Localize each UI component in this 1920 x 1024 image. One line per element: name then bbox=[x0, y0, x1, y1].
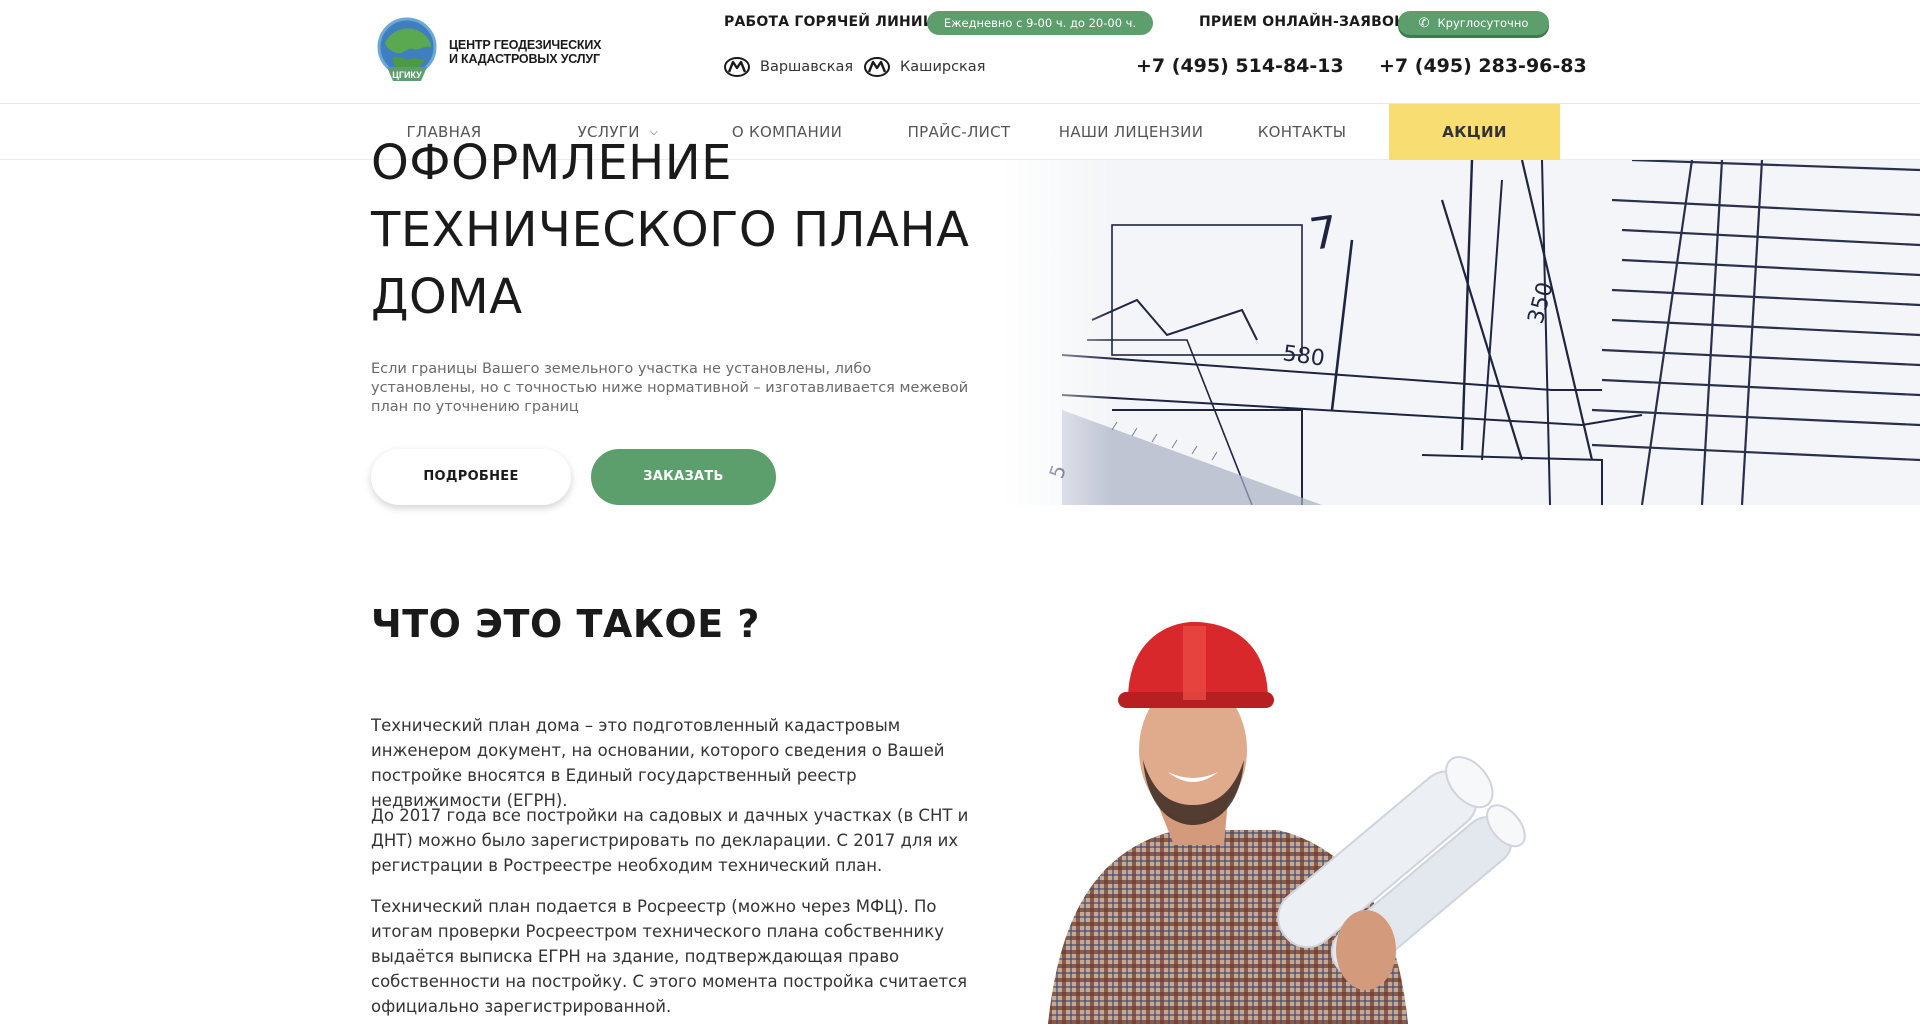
hero-description: Если границы Вашего земельного участка н… bbox=[371, 361, 969, 415]
blueprint-image: 7 580 350 5 bbox=[1002, 160, 1920, 505]
metro-station-name: Каширская bbox=[900, 59, 986, 75]
metro-station-varshavskaya: Варшавская bbox=[724, 57, 853, 77]
nav-item-label: АКЦИИ bbox=[1442, 123, 1507, 141]
section-title: ЧТО ЭТО ТАКОЕ ? bbox=[371, 602, 760, 646]
online-requests-label: ПРИЕМ ОНЛАЙН-ЗАЯВОК: bbox=[1199, 14, 1412, 30]
hero-title-line: ДОМА bbox=[371, 269, 523, 325]
nav-item-label: НАШИ ЛИЦЕНЗИИ bbox=[1058, 123, 1204, 141]
more-button[interactable]: ПОДРОБНЕЕ bbox=[371, 449, 571, 505]
about-paragraph: До 2017 года все постройки на садовых и … bbox=[371, 806, 969, 875]
metro-icon bbox=[724, 57, 750, 77]
about-paragraph: Технический план дома – это подготовленн… bbox=[371, 716, 945, 810]
blueprint-drawing: 7 580 350 5 bbox=[1002, 160, 1920, 505]
phone-number-2[interactable]: +7 (495) 283-96-83 bbox=[1379, 55, 1587, 77]
nav-item-label: КОНТАКТЫ bbox=[1257, 123, 1347, 141]
online-requests-button[interactable]: ✆ Круглосуточно bbox=[1398, 11, 1549, 35]
engineer-photo bbox=[978, 600, 1530, 1024]
about-paragraph: Технический план подается в Росреестр (м… bbox=[371, 897, 968, 1016]
globe-logo-icon: ЦГИКУ bbox=[377, 17, 437, 81]
order-button[interactable]: ЗАКАЗАТЬ bbox=[591, 449, 776, 505]
nav-item-contacts[interactable]: КОНТАКТЫ bbox=[1229, 104, 1375, 160]
hero-title-line: ТЕХНИЧЕСКОГО ПЛАНА bbox=[371, 202, 970, 258]
engineer-illustration bbox=[978, 600, 1530, 1024]
hotline-label: РАБОТА ГОРЯЧЕЙ ЛИНИИ: bbox=[724, 14, 941, 30]
logo-line-1: ЦЕНТР ГЕОДЕЗИЧЕСКИХ bbox=[449, 38, 602, 52]
phone-icon: ✆ bbox=[1418, 16, 1430, 31]
metro-station-kashirskaya: Каширская bbox=[864, 57, 985, 77]
logo-line-2: И КАДАСТРОВЫХ УСЛУГ bbox=[449, 52, 600, 66]
hotline-hours-badge: Ежедневно с 9-00 ч. до 20-00 ч. bbox=[927, 11, 1153, 35]
metro-station-name: Варшавская bbox=[760, 59, 854, 75]
hero-title: ОФОРМЛЕНИЕ ТЕХНИЧЕСКОГО ПЛАНА ДОМА bbox=[371, 130, 991, 331]
nav-item-promotions[interactable]: АКЦИИ bbox=[1389, 104, 1560, 160]
phone-number-1[interactable]: +7 (495) 514-84-13 bbox=[1136, 55, 1344, 77]
site-header: ЦГИКУ ЦЕНТР ГЕОДЕЗИЧЕСКИХ И КАДАСТРОВЫХ … bbox=[0, 0, 1920, 104]
logo-text: ЦЕНТР ГЕОДЕЗИЧЕСКИХ И КАДАСТРОВЫХ УСЛУГ bbox=[449, 38, 601, 66]
online-hours-text: Круглосуточно bbox=[1437, 16, 1529, 30]
nav-item-licenses[interactable]: НАШИ ЛИЦЕНЗИИ bbox=[1058, 104, 1204, 160]
hero-title-line: ОФОРМЛЕНИЕ bbox=[371, 135, 732, 191]
company-logo[interactable]: ЦГИКУ ЦЕНТР ГЕОДЕЗИЧЕСКИХ И КАДАСТРОВЫХ … bbox=[373, 16, 603, 88]
svg-text:ЦГИКУ: ЦГИКУ bbox=[392, 70, 422, 80]
metro-icon bbox=[864, 57, 890, 77]
